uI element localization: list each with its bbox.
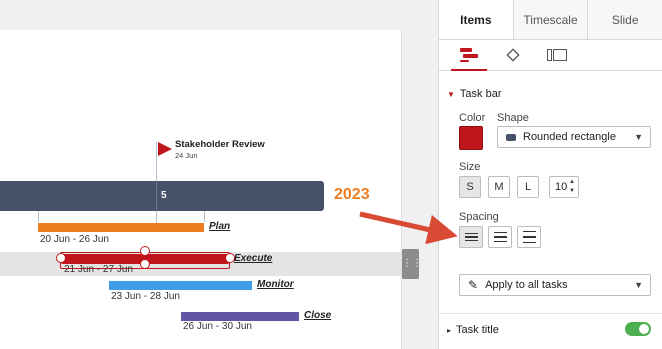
tab-timescale[interactable]: Timescale bbox=[512, 0, 588, 39]
task-name-close[interactable]: Close bbox=[304, 310, 331, 321]
spacing-compact-button[interactable] bbox=[459, 226, 483, 248]
task-name-plan[interactable]: Plan bbox=[209, 221, 230, 232]
caret-right-icon: ▸ bbox=[447, 326, 452, 335]
section-title: Task bar bbox=[459, 88, 502, 100]
milestone-title[interactable]: Stakeholder Review bbox=[175, 139, 265, 150]
section-task-bar[interactable]: ▼ Task bar bbox=[447, 88, 502, 100]
spacing-medium-button[interactable] bbox=[488, 226, 512, 248]
tab-items[interactable]: Items bbox=[439, 0, 513, 39]
section-task-title[interactable]: ▸ Task title bbox=[447, 324, 499, 336]
shape-label: Shape bbox=[497, 112, 529, 124]
milestone-date: 24 Jun bbox=[175, 151, 198, 160]
resize-handle-left[interactable] bbox=[56, 253, 66, 263]
section-divider bbox=[439, 313, 662, 314]
tab-slide[interactable]: Slide bbox=[587, 0, 662, 39]
milestone-flag-icon[interactable] bbox=[158, 142, 172, 156]
item-type-tabs bbox=[439, 40, 662, 71]
color-label: Color bbox=[459, 112, 486, 124]
timeline-canvas: Stakeholder Review 24 Jun 5 2023 Plan 20… bbox=[0, 0, 438, 349]
rounded-rect-icon bbox=[506, 133, 516, 141]
stepper-arrows-icon[interactable]: ▲ ▼ bbox=[569, 178, 575, 196]
year-label[interactable]: 2023 bbox=[334, 186, 370, 204]
taskbar-icon[interactable] bbox=[447, 40, 491, 71]
task-bar-close[interactable] bbox=[181, 312, 299, 321]
swimlane-icon[interactable] bbox=[535, 40, 579, 70]
task-connector bbox=[38, 211, 39, 222]
task-bar-plan[interactable] bbox=[38, 223, 204, 232]
task-dates-close: 26 Jun - 30 Jun bbox=[183, 321, 252, 332]
task-title-label: Task title bbox=[456, 324, 499, 336]
color-picker[interactable] bbox=[459, 126, 483, 150]
chevron-down-icon: ▼ bbox=[634, 280, 643, 290]
shape-select[interactable]: Rounded rectangle ▼ bbox=[497, 126, 651, 148]
task-name-execute[interactable]: Execute bbox=[234, 253, 272, 264]
size-label: Size bbox=[459, 161, 481, 173]
spacing-label: Spacing bbox=[459, 211, 499, 223]
task-connector bbox=[204, 211, 205, 222]
paint-brush-icon: ✎ bbox=[468, 278, 479, 292]
size-number: 10 bbox=[555, 181, 568, 193]
task-name-monitor[interactable]: Monitor bbox=[257, 279, 294, 290]
row-drag-handle[interactable]: ⋮⋮ bbox=[402, 249, 422, 279]
panel-tabs: Items Timescale Slide bbox=[439, 0, 662, 40]
timescale-tick bbox=[156, 181, 157, 211]
spacing-wide-button[interactable] bbox=[517, 226, 541, 248]
resize-handle-bottom[interactable] bbox=[140, 259, 150, 269]
apply-label: Apply to all tasks bbox=[485, 279, 568, 291]
chevron-down-icon: ▼ bbox=[634, 132, 643, 142]
task-dates-plan: 20 Jun - 26 Jun bbox=[40, 234, 109, 245]
resize-handle-top[interactable] bbox=[140, 246, 150, 256]
format-panel: Items Timescale Slide ▼ Task bar Color Sh bbox=[438, 0, 662, 349]
size-stepper[interactable]: 10 ▲ ▼ bbox=[549, 176, 579, 198]
size-m-button[interactable]: M bbox=[488, 176, 510, 198]
task-dates-monitor: 23 Jun - 28 Jun bbox=[111, 291, 180, 302]
apply-to-all-select[interactable]: ✎ Apply to all tasks ▼ bbox=[459, 274, 651, 296]
timescale-segment-label: 5 bbox=[161, 190, 167, 201]
milestone-diamond-icon[interactable] bbox=[491, 40, 535, 70]
shape-value: Rounded rectangle bbox=[523, 131, 616, 143]
task-title-toggle[interactable] bbox=[625, 322, 651, 336]
task-dates-execute: 21 Jun - 27 Jun bbox=[64, 264, 133, 275]
size-l-button[interactable]: L bbox=[517, 176, 539, 198]
task-bar-monitor[interactable] bbox=[109, 281, 252, 290]
size-s-button[interactable]: S bbox=[459, 176, 481, 198]
caret-down-icon: ▼ bbox=[447, 90, 455, 99]
